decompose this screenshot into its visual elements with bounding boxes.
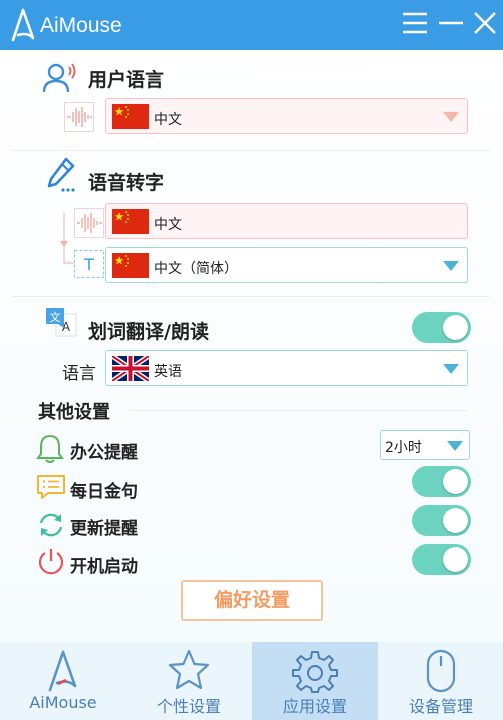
mouse-icon [426,649,456,693]
daily-quote-toggle[interactable] [412,466,471,497]
word-translate-toggle[interactable] [412,312,471,343]
nav-label: 个性设置 [156,697,221,716]
preferences-button[interactable]: 偏好设置 [181,580,323,621]
nav-label: AiMouse [29,693,97,712]
pen-icon [47,157,75,192]
refresh-icon [39,513,63,537]
minimize-icon[interactable] [436,8,466,38]
translate-language-value: 英语 [154,364,182,380]
svg-text:T: T [83,255,94,274]
bottom-nav: AiMouse 个性设置 应用设置 设备管理 [0,642,503,720]
auto-start-label: 开机启动 [70,557,138,577]
star-icon [168,649,210,690]
nav-item-app-settings[interactable]: 应用设置 [252,642,378,720]
soundwave-icon [64,102,94,132]
aimouse-logo-icon [11,8,35,42]
toggle-knob [443,508,468,533]
dropdown-caret-icon [443,112,459,122]
speech-target-value: 中文（简体） [154,261,238,277]
user-voice-icon [42,63,76,93]
translate-icon: A 文 [46,308,77,337]
translate-language-select[interactable]: 英语 [105,350,468,386]
divider [130,410,468,411]
toggle-knob [443,469,468,494]
speech-target-select[interactable]: 中文（简体） [105,247,468,283]
uk-flag-icon [112,356,149,381]
divider [12,150,490,151]
word-translate-heading: 划词翻译/朗读 [88,321,209,343]
nav-label: 应用设置 [282,697,347,716]
nav-item-personalization[interactable]: 个性设置 [126,642,252,720]
aimouse-logo-icon [48,650,77,692]
user-language-heading: 用户语言 [88,69,165,91]
speech-source-select[interactable]: 中文 [105,203,468,239]
user-language-select[interactable]: 中文 [105,98,468,134]
app-title: AiMouse [40,14,122,37]
title-bar: AiMouse [0,0,503,50]
update-reminder-label: 更新提醒 [70,519,138,539]
daily-quote-label: 每日金句 [70,482,138,502]
speech-source-value: 中文 [154,217,182,233]
other-settings-heading: 其他设置 [38,402,110,423]
dropdown-caret-icon [447,441,463,451]
china-flag-icon [112,253,149,278]
gear-icon [292,651,338,693]
china-flag-icon [112,104,149,129]
office-reminder-interval-select[interactable]: 2小时 [380,430,470,460]
svg-text:文: 文 [50,310,61,324]
toggle-knob [443,547,468,572]
speech-to-text-heading: 语音转字 [88,172,165,194]
update-reminder-toggle[interactable] [412,505,471,536]
settings-panel: 用户语言 中文 语音转字 T 中文 中文（简体） A 文 划词翻译/朗读 语言 … [0,50,503,642]
user-language-value: 中文 [154,112,182,128]
menu-icon[interactable] [400,8,430,38]
nav-item-aimouse[interactable]: AiMouse [0,642,126,720]
power-icon [38,549,64,575]
bell-icon [36,434,64,463]
nav-item-device-management[interactable]: 设备管理 [378,642,503,720]
auto-start-toggle[interactable] [412,544,471,575]
dropdown-caret-icon [443,261,459,271]
nav-label: 设备管理 [408,697,473,716]
quote-list-icon [37,475,65,499]
language-label: 语言 [62,364,96,384]
china-flag-icon [112,209,149,234]
office-reminder-label: 办公提醒 [70,443,138,463]
close-icon[interactable] [470,8,500,38]
divider [12,296,490,297]
conversion-flow-icon: T [60,208,104,278]
office-reminder-interval-value: 2小时 [385,440,422,456]
dropdown-caret-icon [443,364,459,374]
toggle-knob [443,315,468,340]
